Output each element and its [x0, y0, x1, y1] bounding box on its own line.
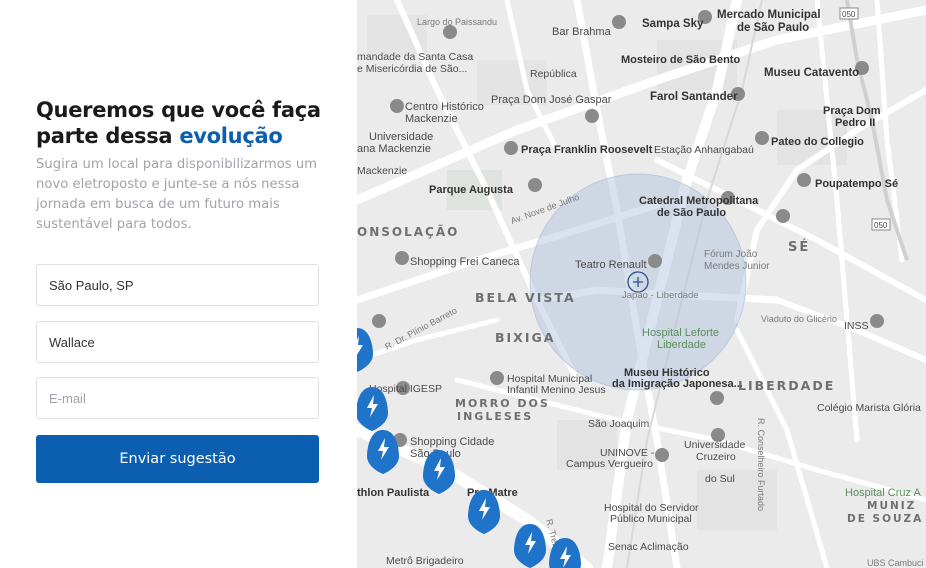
charging-pins-layer: [357, 328, 581, 568]
lightning-bolt-icon[interactable]: [357, 328, 373, 372]
lightning-bolt-icon[interactable]: [549, 538, 581, 568]
email-input[interactable]: [36, 377, 319, 419]
lightning-bolt-icon[interactable]: [514, 524, 546, 568]
map-view[interactable]: Largo do Paissandu Sampa Sky Mercado Mun…: [357, 0, 926, 568]
headline-accent: evolução: [179, 124, 283, 148]
lightning-bolt-icon[interactable]: [468, 490, 500, 534]
form-headline: Queremos que você faça parte dessa evolu…: [36, 97, 336, 149]
lightning-bolt-icon[interactable]: [367, 430, 399, 474]
submit-button[interactable]: Enviar sugestão: [36, 435, 319, 483]
city-input[interactable]: [36, 264, 319, 306]
lightning-bolt-icon[interactable]: [423, 450, 455, 494]
suggestion-form-panel: Queremos que você faça parte dessa evolu…: [0, 0, 357, 568]
name-input[interactable]: [36, 321, 319, 363]
lightning-bolt-icon[interactable]: [357, 387, 388, 431]
form-subtitle: Sugira um local para disponibilizarmos u…: [36, 157, 318, 232]
